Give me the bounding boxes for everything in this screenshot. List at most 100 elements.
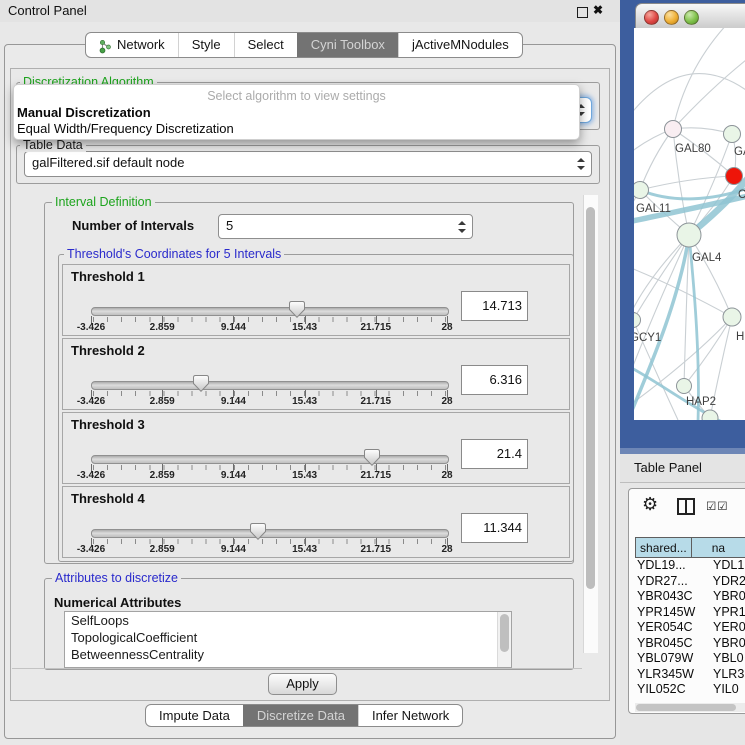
slider-tick-label: 2.859 [150, 470, 175, 481]
table-row[interactable]: YER054CYER0 [635, 620, 745, 636]
slider-tick-label: 28 [441, 322, 452, 333]
slider-tick-label: 28 [441, 544, 452, 555]
svg-text:H: H [736, 331, 744, 343]
cell-name[interactable]: YBR0 [710, 589, 745, 605]
panel-scrollbar[interactable] [583, 195, 598, 653]
cell-name[interactable]: YER0 [710, 620, 745, 636]
slider-tick-label: 15.43 [292, 470, 317, 481]
threshold-slider-thumb[interactable] [289, 301, 305, 318]
cell-shared-name[interactable]: YDR27... [635, 574, 710, 590]
zoom-traffic-light-icon[interactable] [684, 10, 699, 25]
cell-shared-name[interactable]: YDL19... [635, 558, 710, 574]
list-scrollbar[interactable] [497, 612, 511, 667]
number-of-intervals-label: Number of Intervals [72, 218, 194, 233]
cell-shared-name[interactable]: YLR345W [635, 667, 710, 683]
table-header-row[interactable]: shared...na [635, 537, 745, 558]
column-header[interactable]: na [692, 537, 745, 558]
slider-tick-label: 15.43 [292, 322, 317, 333]
slider-minor-ticks [93, 317, 446, 322]
float-window-icon[interactable] [577, 7, 588, 18]
slider-tick-label: -3.426 [77, 322, 105, 333]
slider-tick-label: 21.715 [361, 544, 392, 555]
threshold-slider-track[interactable] [91, 307, 449, 316]
threshold-slider-thumb[interactable] [250, 523, 266, 540]
select-all-checkboxes-icon[interactable]: ☑☑ [706, 499, 729, 513]
cell-name[interactable]: YDL1 [710, 558, 744, 574]
cell-shared-name[interactable]: YER054C [635, 620, 710, 636]
cell-shared-name[interactable]: YIL052C [635, 682, 710, 698]
slider-minor-ticks [93, 539, 446, 544]
close-traffic-light-icon[interactable] [644, 10, 659, 25]
slider-tick-label: 28 [441, 396, 452, 407]
column-selector-icon[interactable] [677, 498, 695, 515]
cell-name[interactable]: YIL0 [710, 682, 739, 698]
cell-name[interactable]: YDR2 [710, 574, 745, 590]
cell-name[interactable]: YPR1 [710, 605, 745, 621]
table-row[interactable]: YBR045CYBR0 [635, 636, 745, 652]
cell-name[interactable]: YBR0 [710, 636, 745, 652]
cell-shared-name[interactable]: YBR043C [635, 589, 710, 605]
attribute-list-item[interactable]: BetweennessCentrality [65, 646, 511, 663]
slider-tick-label: 9.144 [221, 470, 246, 481]
close-icon[interactable]: ✖ [593, 3, 603, 17]
threshold-slider-track[interactable] [91, 381, 449, 390]
cell-shared-name[interactable]: YBR045C [635, 636, 710, 652]
tab-label: jActiveMNodules [412, 33, 509, 57]
table-row[interactable]: YBR043CYBR0 [635, 589, 745, 605]
table-row[interactable]: YPR145WYPR1 [635, 605, 745, 621]
apply-button[interactable]: Apply [268, 673, 337, 695]
cell-shared-name[interactable]: YBL079W [635, 651, 710, 667]
svg-text:GAL4: GAL4 [692, 252, 722, 264]
number-of-intervals-combobox[interactable]: 5 [218, 214, 473, 239]
cell-name[interactable]: YBL0 [710, 651, 744, 667]
table-row[interactable]: YIL052CYIL0 [635, 682, 745, 698]
tab-network[interactable]: Network [86, 33, 178, 57]
network-window-titlebar[interactable] [635, 3, 745, 30]
table-row[interactable]: YDR27...YDR2 [635, 574, 745, 590]
attribute-list-item[interactable]: SelfLoops [65, 612, 511, 629]
table-row[interactable]: YLR345WYLR3 [635, 667, 745, 683]
table-horizontal-scrollbar[interactable] [635, 703, 745, 712]
cell-name[interactable]: YLR3 [710, 667, 744, 683]
cell-shared-name[interactable]: YPR145W [635, 605, 710, 621]
tab-style[interactable]: Style [178, 33, 234, 57]
table-row[interactable]: YDL19...YDL1 [635, 558, 745, 574]
minimize-traffic-light-icon[interactable] [664, 10, 679, 25]
algorithm-option[interactable]: Equal Width/Frequency Discretization [17, 121, 234, 136]
slider-tick-label: 21.715 [361, 322, 392, 333]
svg-text:GAL80: GAL80 [675, 143, 711, 155]
threshold-value-field[interactable]: 21.4 [461, 439, 528, 469]
tab-impute-data[interactable]: Impute Data [146, 705, 243, 726]
threshold-panel: Threshold 3-3.4262.8599.14415.4321.71528… [62, 412, 570, 484]
node-attribute-table[interactable]: shared...na YDL19...YDL1YDR27...YDR2YBR0… [635, 537, 745, 699]
control-panel: Control Panel ✖ NetworkStyleSelectCyni T… [0, 0, 620, 745]
threshold-slider-thumb[interactable] [364, 449, 380, 466]
threshold-value-field[interactable]: 11.344 [461, 513, 528, 543]
threshold-value-field[interactable]: 14.713 [461, 291, 528, 321]
column-header[interactable]: shared... [635, 537, 692, 558]
node-table-container: ⚙ ☑☑ shared...na YDL19...YDL1YDR27...YDR… [628, 488, 745, 714]
tab-infer-network[interactable]: Infer Network [358, 705, 462, 726]
threshold-slider-track[interactable] [91, 529, 449, 538]
table-rows[interactable]: YDL19...YDL1YDR27...YDR2YBR043CYBR0YPR14… [635, 558, 745, 698]
tab-discretize-data[interactable]: Discretize Data [243, 705, 358, 726]
network-view-canvas[interactable]: GAL80GACGAL11GAL4GCY1HHAP2 [634, 28, 745, 420]
numerical-attributes-list[interactable]: SelfLoopsTopologicalCoefficientBetweenne… [64, 611, 512, 668]
threshold-slider-thumb[interactable] [193, 375, 209, 392]
threshold-label: Threshold 3 [71, 417, 145, 432]
tab-jactivemnodules[interactable]: jActiveMNodules [398, 33, 522, 57]
threshold-panel: Threshold 1-3.4262.8599.14415.4321.71528… [62, 264, 570, 336]
slider-tick-label: -3.426 [77, 544, 105, 555]
algorithm-option[interactable]: Manual Discretization [17, 105, 151, 120]
threshold-panel: Threshold 2-3.4262.8599.14415.4321.71528… [62, 338, 570, 410]
tab-select[interactable]: Select [234, 33, 297, 57]
threshold-value-field[interactable]: 6.316 [461, 365, 528, 395]
threshold-slider-track[interactable] [91, 455, 449, 464]
table-settings-gear-icon[interactable]: ⚙ [642, 494, 658, 515]
table-data-combobox[interactable]: galFiltered.sif default node [24, 151, 592, 177]
slider-tick-label: 2.859 [150, 544, 175, 555]
attribute-list-item[interactable]: TopologicalCoefficient [65, 629, 511, 646]
number-of-intervals-value: 5 [226, 215, 233, 237]
table-row[interactable]: YBL079WYBL0 [635, 651, 745, 667]
tab-cyni-toolbox[interactable]: Cyni Toolbox [297, 33, 398, 57]
